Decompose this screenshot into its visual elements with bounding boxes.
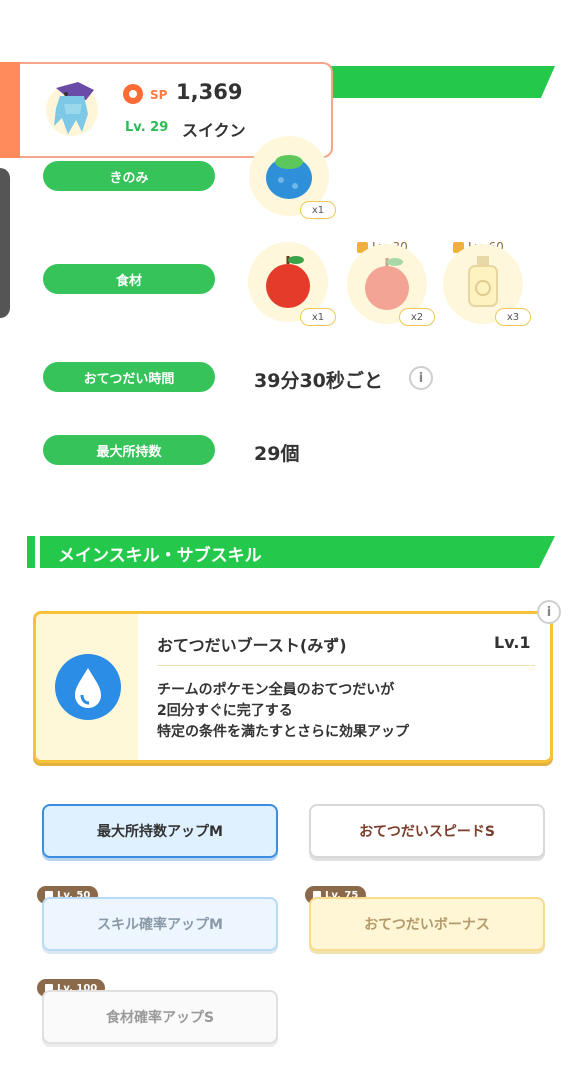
- sub-skill-button-5[interactable]: 食材確率アップS: [42, 990, 278, 1044]
- pokemon-name: スイクン: [182, 121, 246, 140]
- skill-divider: [157, 665, 535, 666]
- sub-skill-button-3[interactable]: スキル確率アップM: [42, 897, 278, 951]
- main-skill-level: Lv.1: [494, 633, 531, 652]
- sp-value: 1,369: [176, 80, 243, 104]
- main-skill-description: チームのポケモン全員のおてつだいが 2回分すぐに完了する 特定の条件を満たすとさ…: [157, 680, 409, 743]
- berry-label: きのみ: [43, 161, 215, 191]
- side-scroll-handle[interactable]: [0, 168, 10, 318]
- info-icon[interactable]: i: [409, 366, 433, 390]
- main-skill-desc-line-1: チームのポケモン全員のおてつだいが: [157, 682, 395, 698]
- section-mark: [35, 536, 40, 568]
- sub-skill-button-2[interactable]: おてつだいスピードS: [309, 804, 545, 858]
- help-time-label: おてつだい時間: [43, 362, 215, 392]
- berry-count: x1: [300, 201, 336, 219]
- main-skill-desc-line-3: 特定の条件を満たすとさらに効果アップ: [157, 724, 409, 740]
- main-skill-name: おてつだいブースト(みず): [157, 636, 347, 655]
- max-carry-value: 29個: [254, 443, 300, 465]
- sub-skill-button-1[interactable]: 最大所持数アップM: [42, 804, 278, 858]
- help-time-value: 39分30秒ごと: [254, 370, 383, 392]
- sub-skill-button-4[interactable]: おてつだいボーナス: [309, 897, 545, 951]
- main-skill-desc-line-2: 2回分すぐに完了する: [157, 703, 293, 719]
- ingredient-count-3: x3: [495, 308, 531, 326]
- water-drop-icon: [55, 654, 121, 720]
- header-accent-bar: [0, 62, 20, 158]
- top-section-banner: [320, 66, 555, 98]
- pokemon-icon: [38, 74, 102, 142]
- max-carry-label: 最大所持数: [43, 435, 215, 465]
- ingredient-label: 食材: [43, 264, 215, 294]
- ingredient-count-2: x2: [399, 308, 435, 326]
- pokemon-level: Lv. 29: [125, 120, 169, 135]
- section-title: メインスキル・サブスキル: [58, 546, 262, 566]
- sp-label: SP: [150, 88, 168, 102]
- skill-info-icon[interactable]: i: [537, 600, 561, 624]
- sp-badge-icon: [123, 84, 143, 104]
- ingredient-count-1: x1: [300, 308, 336, 326]
